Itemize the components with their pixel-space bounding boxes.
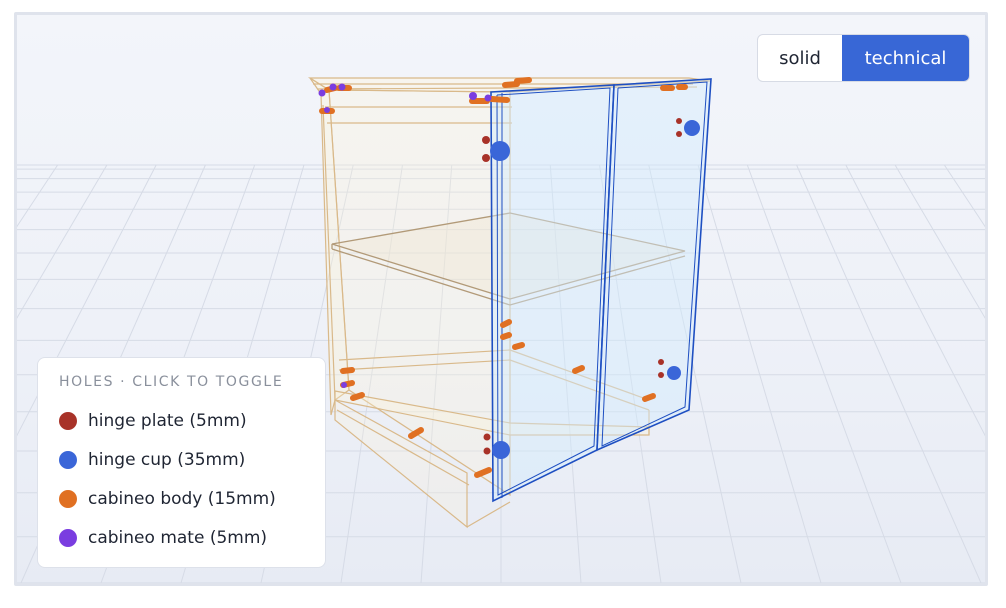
solid-mode-button[interactable]: solid	[758, 35, 842, 81]
legend-item-label: hinge cup (35mm)	[88, 449, 246, 470]
view-mode-toggle[interactable]: solid technical	[757, 34, 970, 82]
legend-item-label: cabineo mate (5mm)	[88, 527, 268, 548]
hinge-plate-swatch-icon	[59, 411, 77, 430]
holes-legend: HOLES · CLICK TO TOGGLE hinge plate (5mm…	[37, 357, 326, 568]
grid-line	[894, 164, 985, 319]
legend-title: HOLES · CLICK TO TOGGLE	[59, 374, 284, 390]
legend-item-hinge-cup[interactable]: hinge cup (35mm)	[59, 440, 325, 479]
legend-item-label: cabineo body (15mm)	[88, 488, 276, 509]
viewer-frame: solid technical HOLES · CLICK TO TOGGLE …	[14, 12, 988, 586]
technical-mode-button[interactable]: technical	[842, 35, 969, 81]
cabinet-doors	[490, 78, 712, 503]
grid-line	[943, 164, 985, 228]
grid-line	[845, 164, 985, 437]
legend-item-cabineo-body[interactable]: cabineo body (15mm)	[59, 479, 325, 518]
cabineo-mate-swatch-icon	[59, 528, 77, 547]
door-left	[490, 84, 615, 503]
legend-item-hinge-plate[interactable]: hinge plate (5mm)	[59, 401, 325, 440]
legend-item-label: hinge plate (5mm)	[88, 410, 247, 431]
hinge-cup-swatch-icon	[59, 450, 77, 469]
grid-line	[697, 164, 822, 583]
legend-item-cabineo-mate[interactable]: cabineo mate (5mm)	[59, 518, 325, 557]
cabineo-body-swatch-icon	[59, 489, 77, 508]
